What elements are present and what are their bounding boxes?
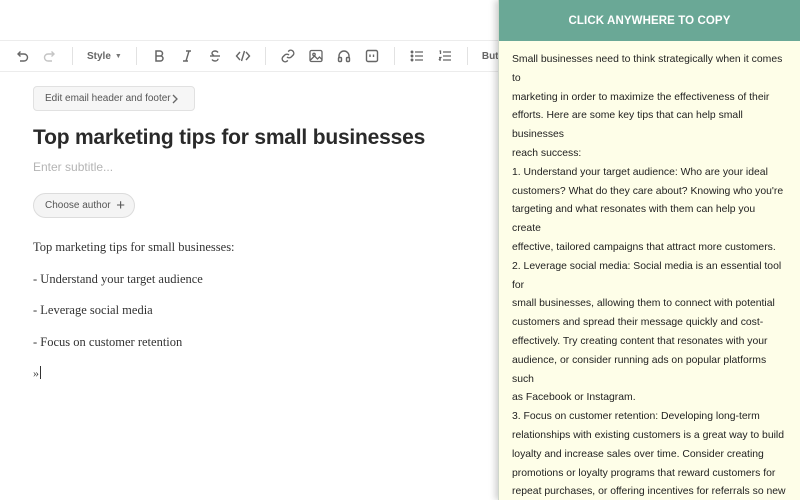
body-paragraph: Top marketing tips for small businesses: — [33, 240, 235, 254]
generated-text-line: efforts. Here are some key tips that can… — [512, 110, 743, 141]
toolbar-divider — [393, 47, 395, 65]
generated-text-line: effective, tailored campaigns that attra… — [512, 241, 776, 253]
image-icon[interactable] — [304, 44, 328, 68]
chevron-right-icon — [170, 93, 180, 108]
generated-text-line: small businesses, allowing them to conne… — [512, 298, 775, 310]
toolbar-divider — [135, 47, 137, 65]
cursor-marker: » — [33, 366, 39, 380]
redo-icon[interactable] — [38, 44, 62, 68]
generated-text[interactable]: Small businesses need to think strategic… — [499, 41, 800, 500]
audio-icon[interactable] — [332, 44, 356, 68]
generated-text-line: 1. Understand your target audience: Who … — [512, 166, 768, 178]
subtitle-input[interactable]: Enter subtitle... — [33, 160, 113, 174]
link-icon[interactable] — [276, 44, 300, 68]
generated-text-line: Small businesses need to think strategic… — [512, 54, 783, 84]
body-paragraph: - Focus on customer retention — [33, 334, 183, 349]
toolbar-divider — [466, 47, 468, 65]
generated-text-line: repeat purchases, or offering incentives… — [512, 486, 786, 498]
choose-author-button[interactable]: Choose author + — [33, 193, 135, 218]
generated-text-line: relationships with existing customers is… — [512, 429, 785, 441]
choose-author-label: Choose author — [45, 200, 111, 211]
body-paragraph: - Leverage social media — [33, 303, 153, 317]
text-caret — [40, 366, 41, 379]
generated-text-line: promotions or loyalty programs that rewa… — [512, 467, 776, 479]
bullet-list-icon[interactable] — [405, 44, 429, 68]
plus-icon: + — [116, 197, 125, 214]
style-dropdown-label: Style — [87, 50, 111, 62]
body-paragraph: - Understand your target audience — [33, 271, 203, 286]
generated-text-line: effectively. Try creating content that r… — [512, 335, 768, 347]
toolbar-divider — [264, 47, 266, 65]
generated-text-line: targeting and what resonates with them c… — [512, 204, 756, 235]
generated-text-line: 3. Focus on customer retention: Developi… — [512, 411, 760, 423]
italic-icon[interactable] — [175, 44, 199, 68]
click-to-copy-header[interactable]: CLICK ANYWHERE TO COPY — [499, 0, 800, 41]
post-body[interactable]: Top marketing tips for small businesses:… — [33, 238, 235, 396]
strikethrough-icon[interactable] — [203, 44, 227, 68]
generated-text-line: as Facebook or Instagram. — [512, 392, 636, 404]
generated-text-line: loyalty and increase sales over time. Co… — [512, 448, 764, 460]
undo-icon[interactable] — [10, 44, 34, 68]
toolbar-divider — [72, 47, 73, 65]
post-title[interactable]: Top marketing tips for small businesses — [33, 126, 425, 150]
caret-down-icon: ▼ — [114, 52, 122, 60]
generated-text-line: customers and spread their message quick… — [512, 317, 764, 329]
code-icon[interactable] — [231, 44, 255, 68]
generated-text-line: 2. Leverage social media: Social media i… — [512, 260, 782, 291]
generated-text-line: reach success: — [512, 147, 582, 159]
numbered-list-icon[interactable] — [433, 44, 457, 68]
generated-text-line: audience, or consider running ads on pop… — [512, 354, 767, 385]
edit-header-footer-button[interactable]: Edit email header and footer — [33, 86, 195, 111]
generated-text-line: customers? What do they care about? Know… — [512, 185, 784, 197]
quote-icon[interactable] — [360, 44, 384, 68]
bold-icon[interactable] — [147, 44, 171, 68]
copy-overlay-panel[interactable]: CLICK ANYWHERE TO COPY Small businesses … — [498, 0, 800, 500]
generated-text-line: marketing in order to maximize the effec… — [512, 91, 770, 103]
cursor-line: » — [33, 364, 235, 396]
edit-header-footer-label: Edit email header and footer — [45, 93, 171, 104]
style-dropdown[interactable]: Style ▼ — [81, 44, 128, 68]
